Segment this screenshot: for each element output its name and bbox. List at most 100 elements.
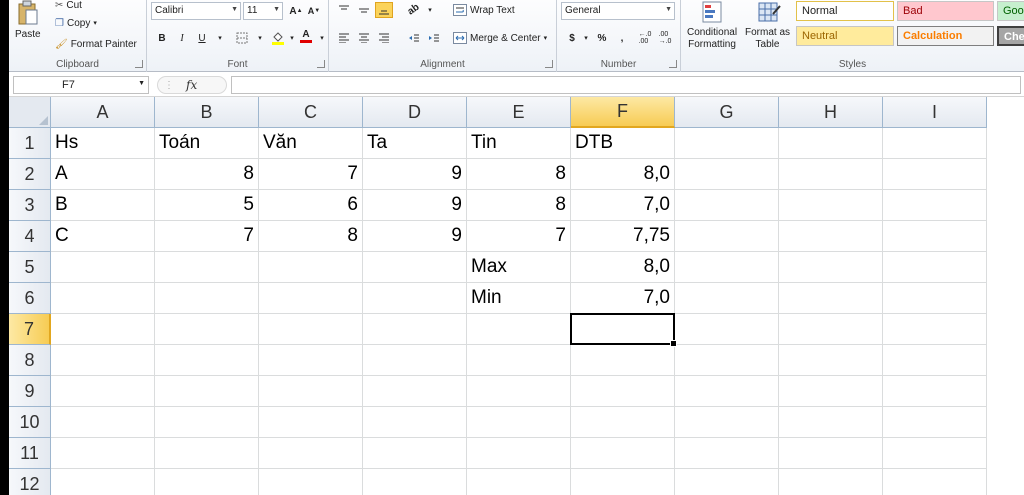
- cell-b10[interactable]: [155, 407, 259, 438]
- cell-a8[interactable]: [51, 345, 155, 376]
- cell-g10[interactable]: [675, 407, 779, 438]
- cell-f4[interactable]: 7,75: [571, 221, 675, 252]
- font-launcher-icon[interactable]: [317, 60, 325, 68]
- cell-g11[interactable]: [675, 438, 779, 469]
- cell-b5[interactable]: [155, 252, 259, 283]
- cell-h8[interactable]: [779, 345, 883, 376]
- increase-indent-button[interactable]: [425, 30, 443, 46]
- shrink-font-button[interactable]: A ▼: [305, 3, 323, 19]
- comma-button[interactable]: ,: [613, 30, 631, 46]
- cell-f6[interactable]: 7,0: [571, 283, 675, 314]
- cell-f8[interactable]: [571, 345, 675, 376]
- cell-a3[interactable]: B: [51, 190, 155, 221]
- style-good[interactable]: Good: [997, 1, 1024, 21]
- percent-button[interactable]: %: [593, 30, 611, 46]
- cell-a6[interactable]: [51, 283, 155, 314]
- row-header-6[interactable]: 6: [9, 283, 51, 314]
- underline-button[interactable]: U: [193, 30, 211, 46]
- column-header-c[interactable]: C: [259, 97, 363, 128]
- cell-a9[interactable]: [51, 376, 155, 407]
- cell-i10[interactable]: [883, 407, 987, 438]
- cell-b2[interactable]: 8: [155, 159, 259, 190]
- insert-function-button[interactable]: fx: [186, 78, 197, 92]
- cell-c12[interactable]: [259, 469, 363, 495]
- cell-g6[interactable]: [675, 283, 779, 314]
- cell-c7[interactable]: [259, 314, 363, 345]
- style-neutral[interactable]: Neutral: [796, 26, 894, 46]
- cell-b1[interactable]: Toán: [155, 128, 259, 159]
- grow-font-button[interactable]: A ▲: [287, 3, 305, 19]
- decrease-indent-button[interactable]: [405, 30, 423, 46]
- row-header-2[interactable]: 2: [9, 159, 51, 190]
- cell-d12[interactable]: [363, 469, 467, 495]
- cell-c4[interactable]: 8: [259, 221, 363, 252]
- row-header-5[interactable]: 5: [9, 252, 51, 283]
- cell-d9[interactable]: [363, 376, 467, 407]
- cell-i3[interactable]: [883, 190, 987, 221]
- cell-i7[interactable]: [883, 314, 987, 345]
- cell-g8[interactable]: [675, 345, 779, 376]
- cell-e5[interactable]: Max: [467, 252, 571, 283]
- cell-h10[interactable]: [779, 407, 883, 438]
- decrease-decimal-button[interactable]: .00 →.0: [655, 30, 675, 46]
- cell-a4[interactable]: C: [51, 221, 155, 252]
- cell-i9[interactable]: [883, 376, 987, 407]
- cell-d1[interactable]: Ta: [363, 128, 467, 159]
- row-header-9[interactable]: 9: [9, 376, 51, 407]
- format-painter-button[interactable]: 🖌 Format Painter: [55, 39, 137, 50]
- cell-e7[interactable]: [467, 314, 571, 345]
- cell-e11[interactable]: [467, 438, 571, 469]
- cell-i6[interactable]: [883, 283, 987, 314]
- cell-d11[interactable]: [363, 438, 467, 469]
- cell-b6[interactable]: [155, 283, 259, 314]
- cell-f12[interactable]: [571, 469, 675, 495]
- align-right-button[interactable]: [375, 30, 393, 46]
- select-all-button[interactable]: [9, 97, 51, 128]
- cell-d5[interactable]: [363, 252, 467, 283]
- column-header-i[interactable]: I: [883, 97, 987, 128]
- cell-h11[interactable]: [779, 438, 883, 469]
- cell-f9[interactable]: [571, 376, 675, 407]
- style-calculation[interactable]: Calculation: [897, 26, 994, 46]
- merge-center-button[interactable]: Merge & Center ▾: [453, 32, 547, 44]
- cell-g5[interactable]: [675, 252, 779, 283]
- cell-e6[interactable]: Min: [467, 283, 571, 314]
- resize-handle-icon[interactable]: ⋮: [164, 80, 174, 91]
- borders-button[interactable]: [233, 30, 251, 46]
- row-header-8[interactable]: 8: [9, 345, 51, 376]
- cell-h9[interactable]: [779, 376, 883, 407]
- cell-g2[interactable]: [675, 159, 779, 190]
- row-header-3[interactable]: 3: [9, 190, 51, 221]
- cell-d3[interactable]: 9: [363, 190, 467, 221]
- cell-a5[interactable]: [51, 252, 155, 283]
- format-as-table-button[interactable]: Format as Table: [745, 0, 790, 50]
- cell-d7[interactable]: [363, 314, 467, 345]
- cell-e12[interactable]: [467, 469, 571, 495]
- row-header-7[interactable]: 7: [9, 314, 51, 345]
- cell-g4[interactable]: [675, 221, 779, 252]
- cell-i12[interactable]: [883, 469, 987, 495]
- cell-c11[interactable]: [259, 438, 363, 469]
- cell-f3[interactable]: 7,0: [571, 190, 675, 221]
- italic-button[interactable]: I: [173, 30, 191, 46]
- cell-h12[interactable]: [779, 469, 883, 495]
- font-size-select[interactable]: 11 ▼: [243, 2, 283, 20]
- row-header-11[interactable]: 11: [9, 438, 51, 469]
- middle-align-button[interactable]: [355, 2, 373, 18]
- increase-decimal-button[interactable]: ←.0.00: [635, 30, 655, 46]
- borders-dropdown[interactable]: ▾: [251, 30, 269, 46]
- cell-g12[interactable]: [675, 469, 779, 495]
- orientation-dropdown[interactable]: ▾: [421, 2, 439, 18]
- cell-i1[interactable]: [883, 128, 987, 159]
- cell-h5[interactable]: [779, 252, 883, 283]
- number-format-select[interactable]: General ▼: [561, 2, 675, 20]
- cell-a7[interactable]: [51, 314, 155, 345]
- cell-c3[interactable]: 6: [259, 190, 363, 221]
- cell-b9[interactable]: [155, 376, 259, 407]
- cell-i4[interactable]: [883, 221, 987, 252]
- cell-e2[interactable]: 8: [467, 159, 571, 190]
- align-left-button[interactable]: [335, 30, 353, 46]
- copy-button[interactable]: ❐ Copy ▾: [55, 18, 97, 29]
- cell-d8[interactable]: [363, 345, 467, 376]
- alignment-launcher-icon[interactable]: [545, 60, 553, 68]
